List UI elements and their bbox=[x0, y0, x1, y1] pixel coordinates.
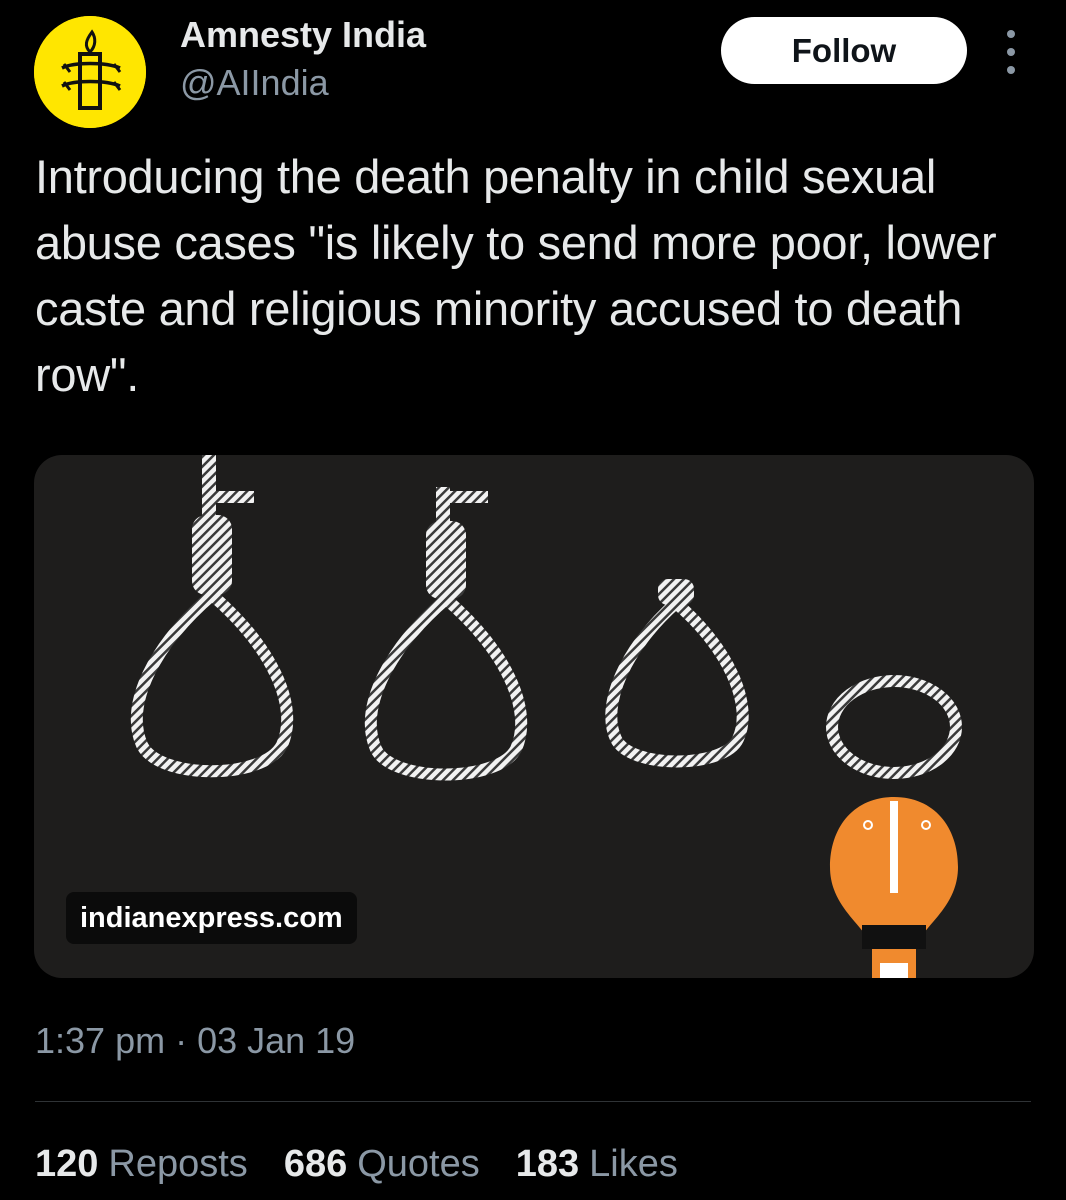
quotes-count: 686 bbox=[283, 1143, 348, 1185]
more-dot bbox=[1007, 66, 1015, 74]
noose-2 bbox=[364, 487, 528, 781]
author-handle[interactable]: @AIIndia bbox=[180, 62, 329, 104]
likes-stat[interactable]: 183 Likes bbox=[516, 1143, 678, 1186]
figure-head bbox=[830, 797, 958, 978]
follow-button[interactable]: Follow bbox=[721, 17, 967, 84]
more-dot bbox=[1007, 30, 1015, 38]
more-vertical-icon[interactable] bbox=[996, 30, 1026, 74]
tweet-timestamp[interactable]: 1:37 pm · 03 Jan 19 bbox=[35, 1020, 355, 1062]
reposts-label: Reposts bbox=[108, 1143, 248, 1185]
divider bbox=[35, 1101, 1031, 1102]
link-preview-card[interactable]: indianexpress.com bbox=[34, 455, 1034, 978]
avatar[interactable] bbox=[34, 16, 146, 128]
reposts-count: 120 bbox=[35, 1143, 99, 1185]
amnesty-candle-icon bbox=[34, 16, 146, 128]
likes-count: 183 bbox=[515, 1143, 580, 1185]
rope-ring bbox=[826, 675, 962, 779]
quotes-stat[interactable]: 686 Quotes bbox=[284, 1143, 480, 1186]
more-dot bbox=[1007, 48, 1015, 56]
reposts-stat[interactable]: 120 Reposts bbox=[35, 1143, 248, 1186]
likes-label: Likes bbox=[589, 1143, 678, 1185]
quotes-label: Quotes bbox=[357, 1143, 480, 1185]
source-domain-badge[interactable]: indianexpress.com bbox=[66, 892, 357, 944]
tweet-text: Introducing the death penalty in child s… bbox=[35, 150, 997, 401]
noose-3 bbox=[605, 579, 749, 768]
noose-1 bbox=[130, 455, 294, 778]
author-display-name[interactable]: Amnesty India bbox=[180, 14, 426, 56]
engagement-stats: 120 Reposts 686 Quotes 183 Likes bbox=[35, 1143, 714, 1186]
